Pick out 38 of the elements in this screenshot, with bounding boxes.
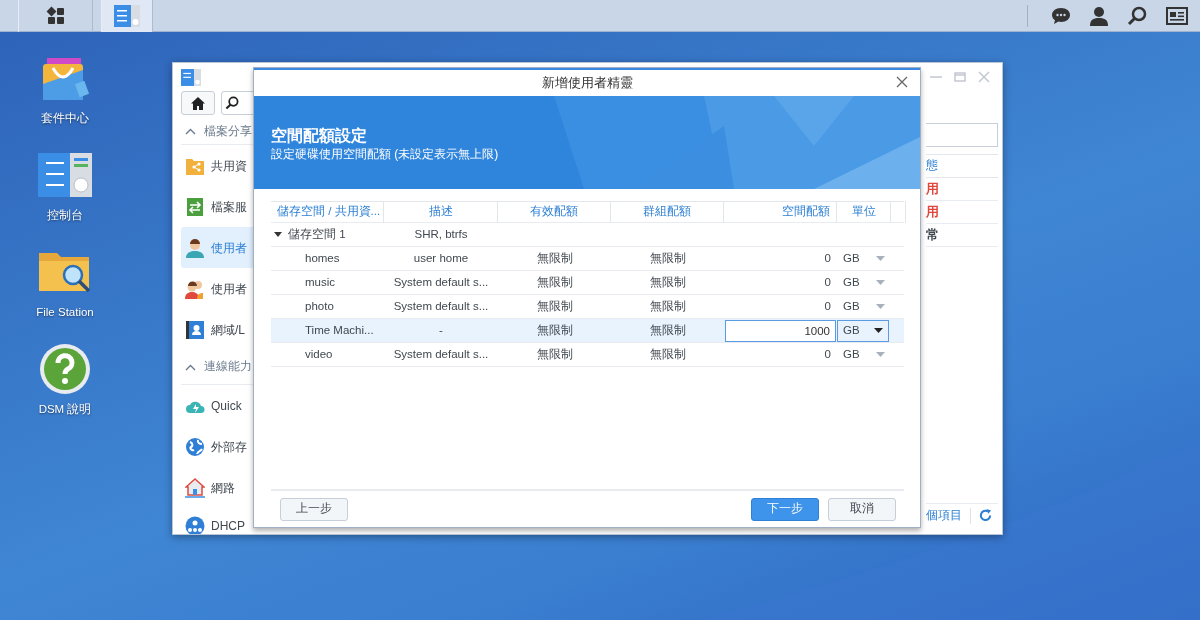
table-cell-text: 0 — [823, 346, 832, 362]
table-cell-text: 0 — [823, 274, 832, 290]
table-cell-text: 無限制 — [535, 274, 574, 290]
column-header: 態 — [926, 158, 938, 174]
page-heading: 空間配額設定 — [271, 126, 368, 146]
item-count: 個項目 — [926, 507, 962, 523]
shortcut-label: 控制台 — [47, 208, 83, 223]
table-cell-text: 無限制 — [535, 346, 574, 362]
status-text: 用 — [926, 180, 939, 199]
table-cell-text: System default s... — [392, 298, 490, 314]
page-subtitle: 設定硬碟使用空間配額 (未設定表示無上限) — [271, 146, 499, 162]
table-cell-text: 無限制 — [535, 298, 574, 314]
table-cell-text: SHR, btrfs — [413, 226, 469, 242]
table-cell-text: 無限制 — [648, 298, 687, 314]
table-cell-text: music — [304, 274, 337, 290]
dialog-title: 新增使用者精靈 — [541, 74, 633, 92]
table-cell-text: 無限制 — [535, 250, 574, 266]
table-cell-text: video — [304, 346, 334, 362]
table-cell-text: 0 — [823, 250, 832, 266]
table-cell-text: - — [438, 322, 444, 338]
table-cell-text: Time Machi... — [304, 322, 375, 338]
status-text: 用 — [926, 203, 939, 222]
status-text: 常 — [926, 226, 939, 245]
table-cell-text: 無限制 — [648, 322, 687, 338]
table-cell-text: 無限制 — [648, 346, 687, 362]
table-cell-text: 無限制 — [648, 250, 687, 266]
table-cell-text: System default s... — [392, 274, 490, 290]
table-cell-text: 無限制 — [648, 274, 687, 290]
table-cell-text: homes — [304, 250, 341, 266]
table-cell-text: System default s... — [392, 346, 490, 362]
table-cell-text: user home — [412, 250, 470, 266]
table-cell-text: 無限制 — [535, 322, 574, 338]
shortcut-label: File Station — [36, 305, 94, 320]
table-cell-text: photo — [304, 298, 335, 314]
shortcut-label: 套件中心 — [41, 111, 89, 126]
table-cell-text: 0 — [823, 298, 832, 314]
volume-name: 儲存空間 1 — [288, 226, 346, 242]
shortcut-label: DSM 說明 — [38, 402, 92, 417]
